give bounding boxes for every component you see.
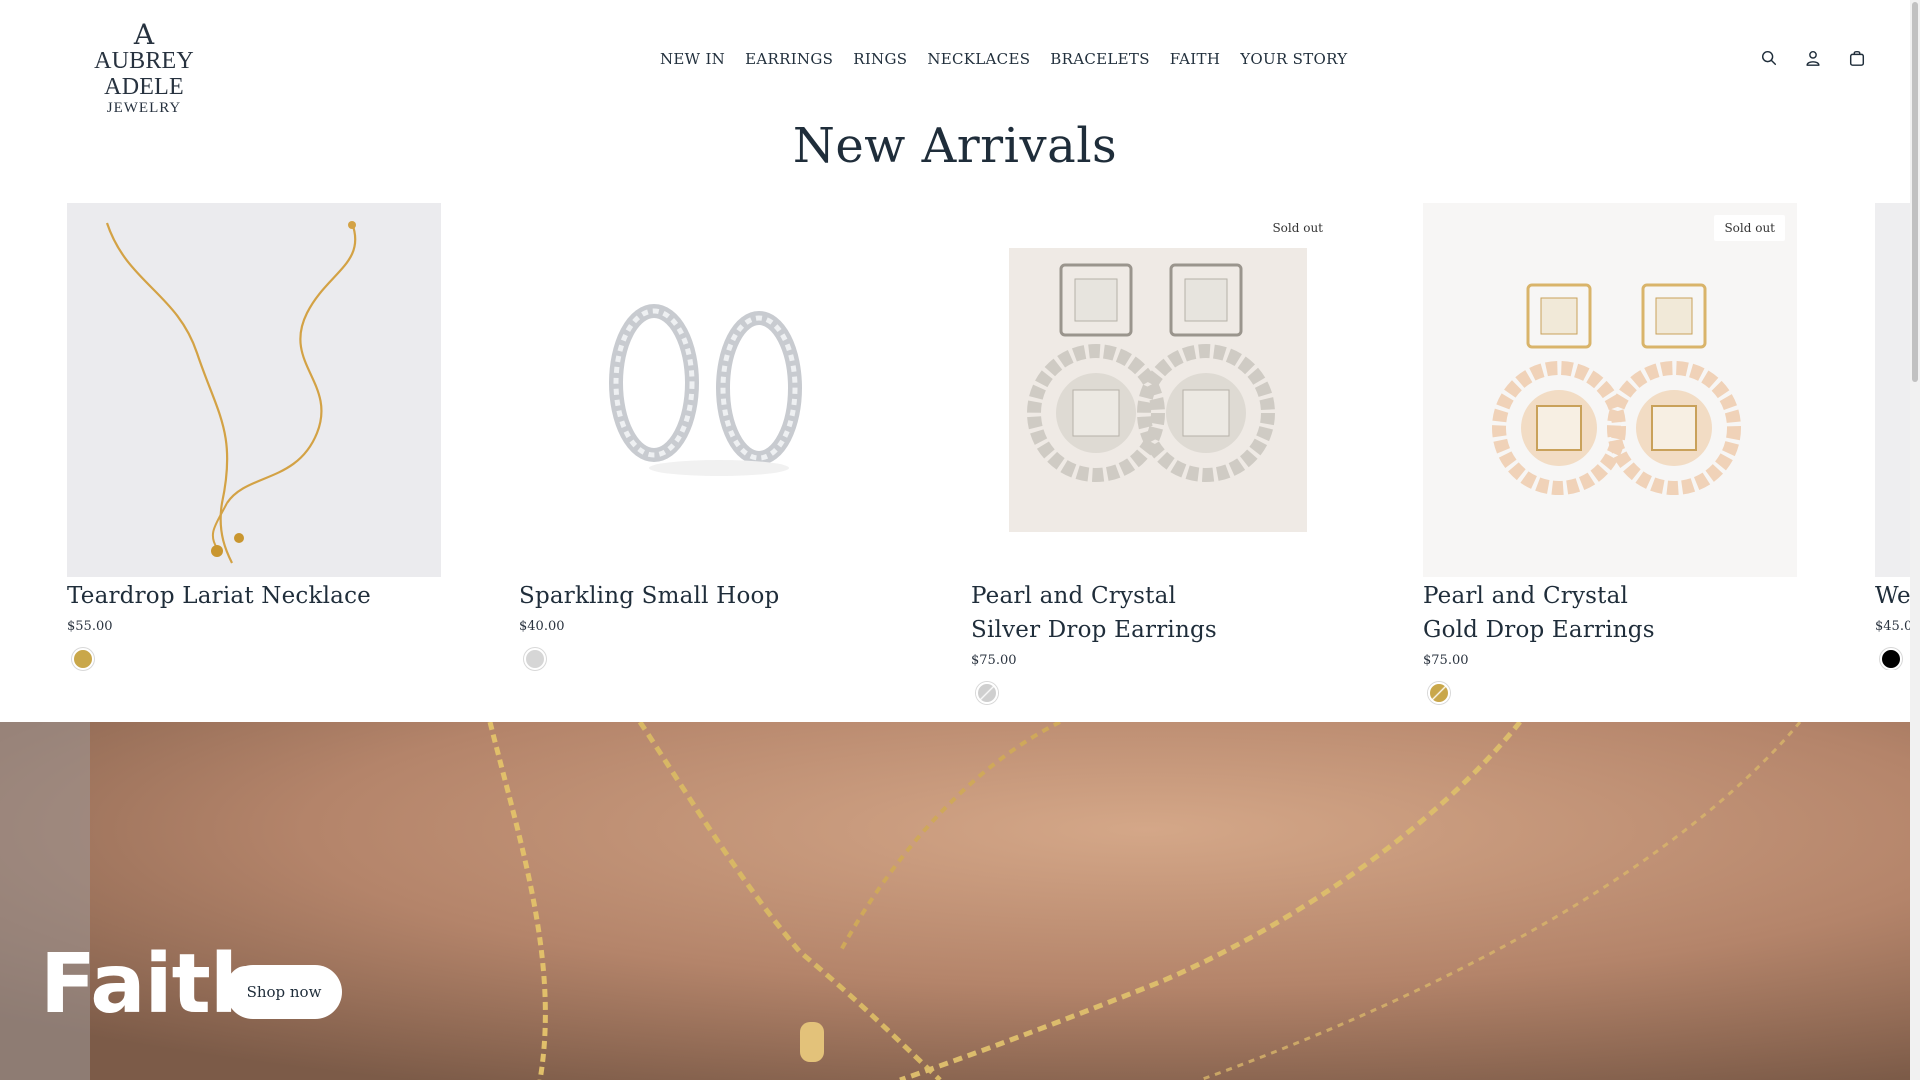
site-header: A AUBREY ADELE JEWELRY NEW IN EARRINGS R… [0, 0, 1910, 120]
scrollbar-thumb[interactable] [1912, 2, 1918, 382]
nav-item-rings[interactable]: RINGS [843, 50, 917, 68]
page-scrollbar[interactable] [1910, 0, 1920, 1080]
nav-item-new-in[interactable]: NEW IN [650, 50, 735, 68]
color-swatch-black[interactable] [1880, 648, 1902, 670]
product-title[interactable]: Wes [1875, 579, 1910, 613]
shop-now-button[interactable]: Shop now [226, 965, 342, 1019]
product-title[interactable]: Teardrop Lariat Necklace [67, 579, 441, 613]
header-icons [1760, 49, 1866, 67]
color-swatch-silver[interactable] [524, 648, 546, 670]
nav-item-necklaces[interactable]: NECKLACES [917, 50, 1040, 68]
product-price: $45.0 [1875, 619, 1910, 634]
product-image-partial[interactable] [1875, 203, 1910, 577]
product-price: $75.00 [1423, 653, 1469, 668]
product-image-silver-earrings[interactable]: Sold out [971, 203, 1345, 577]
faith-banner[interactable]: Faith Shop now [0, 722, 1910, 1080]
sold-out-badge: Sold out [1714, 215, 1785, 241]
product-title[interactable]: Pearl and Crystal Silver Drop Earrings [971, 579, 1231, 647]
product-title[interactable]: Sparkling Small Hoop [519, 579, 893, 613]
product-price: $75.00 [971, 653, 1017, 668]
section-title: New Arrivals [792, 118, 1118, 174]
product-card[interactable]: Sold out Pearl and Crystal Silver Drop E… [971, 203, 1345, 704]
color-swatch-gold[interactable] [72, 648, 94, 670]
product-image-hoops[interactable] [519, 203, 893, 577]
nav-item-bracelets[interactable]: BRACELETS [1040, 50, 1159, 68]
product-card[interactable]: Teardrop Lariat Necklace $55.00 [67, 203, 441, 670]
account-icon[interactable] [1804, 49, 1822, 67]
product-card[interactable]: Sold out Pearl and Crystal Gold Drop Ear… [1423, 203, 1797, 704]
product-price: $40.00 [519, 619, 565, 634]
product-card[interactable]: Wes $45.0 [1875, 203, 1910, 670]
product-title[interactable]: Pearl and Crystal Gold Drop Earrings [1423, 579, 1683, 647]
nav-item-faith[interactable]: FAITH [1160, 50, 1230, 68]
logo-mark: A [133, 18, 155, 51]
product-image-gold-earrings[interactable]: Sold out [1423, 203, 1797, 577]
logo-name: AUBREY ADELE [94, 48, 194, 100]
search-icon[interactable] [1760, 49, 1778, 67]
main-nav: NEW IN EARRINGS RINGS NECKLACES BRACELET… [650, 50, 1357, 68]
color-swatch-gold[interactable] [1428, 682, 1450, 704]
sold-out-badge: Sold out [1262, 215, 1333, 241]
color-swatch-silver[interactable] [976, 682, 998, 704]
logo-subtitle: JEWELRY [106, 100, 182, 116]
brand-logo[interactable]: A AUBREY ADELE JEWELRY [56, 18, 232, 117]
nav-item-your-story[interactable]: YOUR STORY [1230, 50, 1357, 68]
nav-item-earrings[interactable]: EARRINGS [735, 50, 843, 68]
product-price: $55.00 [67, 619, 113, 634]
product-card[interactable]: Sparkling Small Hoop $40.00 [519, 203, 893, 670]
product-image-necklace[interactable] [67, 203, 441, 577]
cart-icon[interactable] [1848, 49, 1866, 67]
